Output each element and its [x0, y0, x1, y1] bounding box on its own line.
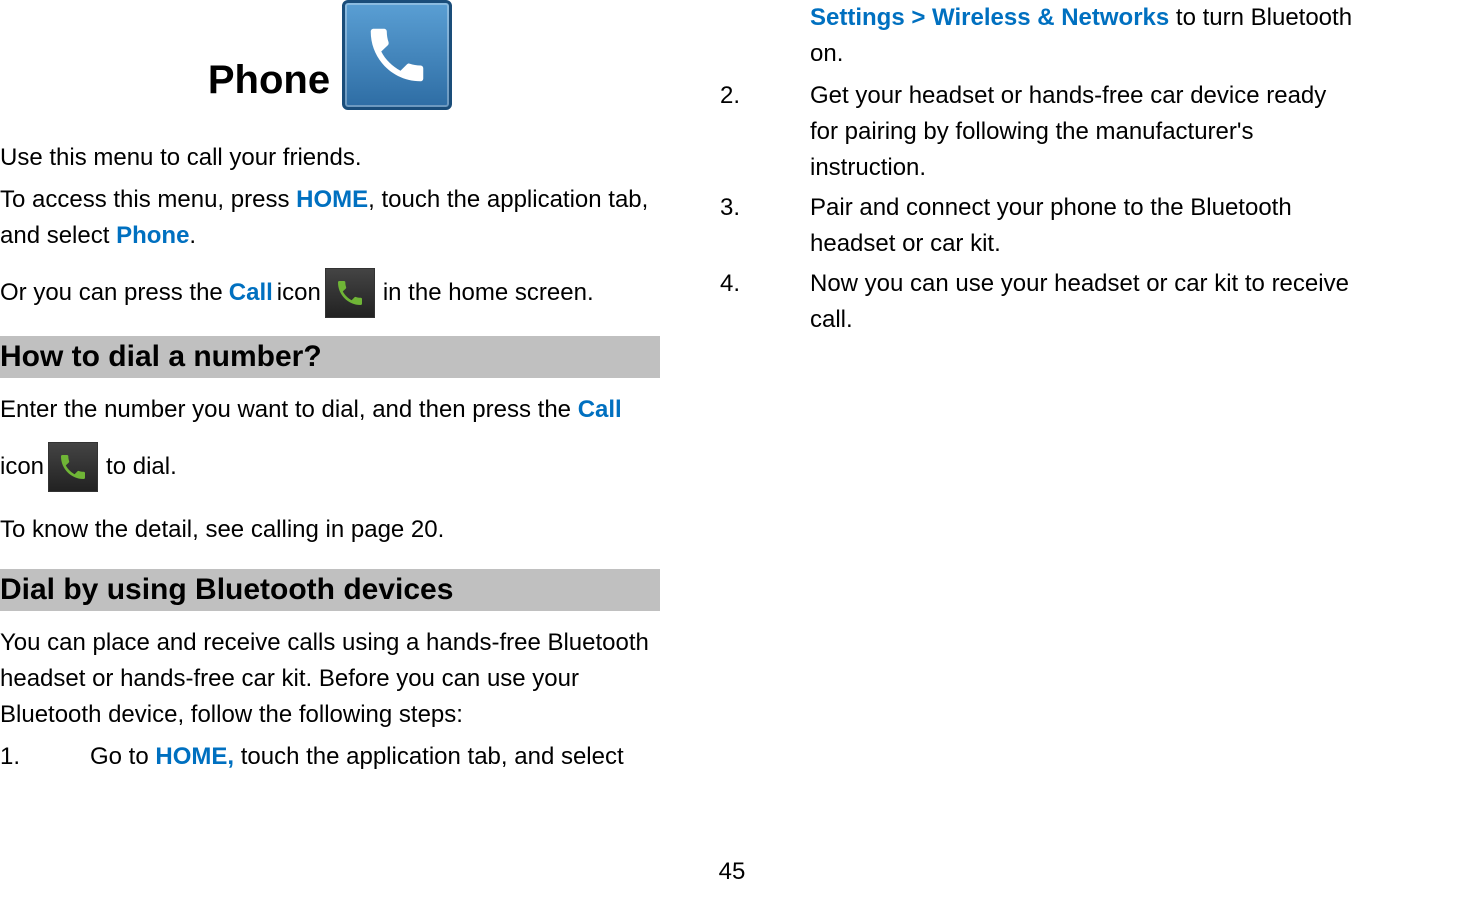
title-row: Phone — [0, 0, 660, 110]
page-number: 45 — [719, 858, 746, 886]
text-fragment: To access this menu, press — [0, 186, 296, 213]
list-item-4: 4. Now you can use your headset or car k… — [720, 266, 1360, 338]
list-item-1-cont: Settings > Wireless & Networks to turn B… — [810, 0, 1360, 72]
text-fragment: touch the application tab, and select — [234, 743, 624, 770]
call-small-icon — [325, 268, 375, 318]
section-header-bluetooth: Dial by using Bluetooth devices — [0, 569, 660, 611]
text-fragment: icon — [0, 447, 44, 488]
home-link: HOME — [296, 186, 368, 213]
page-container: Phone Use this menu to call your friends… — [0, 0, 1464, 900]
text-fragment: Go to — [90, 743, 155, 770]
phone-app-icon — [342, 0, 452, 110]
text-fragment: to dial. — [106, 447, 177, 488]
text-fragment: icon — [277, 273, 321, 314]
list-item-3: 3. Pair and connect your phone to the Bl… — [720, 190, 1360, 262]
right-column: Settings > Wireless & Networks to turn B… — [680, 0, 1380, 900]
text-fragment: in the home screen. — [383, 273, 594, 314]
settings-link: Settings > Wireless & Networks — [810, 4, 1169, 31]
left-column: Phone Use this menu to call your friends… — [0, 0, 680, 900]
list-number: 4. — [720, 266, 810, 338]
phone-link: Phone — [116, 222, 189, 249]
call-link-2: Call — [578, 396, 622, 423]
list-item-1: 1. Go to HOME, touch the application tab… — [0, 739, 660, 775]
text-fragment: Enter the number you want to dial, and t… — [0, 396, 578, 423]
phone-icon — [334, 277, 366, 309]
call-link: Call — [229, 273, 273, 314]
text-fragment: . — [189, 222, 196, 249]
call-icon-line: Or you can press the Call icon in the ho… — [0, 268, 660, 318]
intro-text-1: Use this menu to call your friends. — [0, 140, 660, 176]
call-small-icon-2 — [48, 442, 98, 492]
intro-text-2: To access this menu, press HOME, touch t… — [0, 182, 660, 254]
list-number: 1. — [0, 739, 90, 775]
page-title: Phone — [208, 60, 330, 110]
text-fragment: Or you can press the — [0, 273, 223, 314]
phone-icon — [362, 20, 432, 90]
dial-text-1: Enter the number you want to dial, and t… — [0, 392, 660, 428]
detail-ref: To know the detail, see calling in page … — [0, 510, 660, 551]
list-content: Get your headset or hands-free car devic… — [810, 78, 1360, 186]
home-link-2: HOME, — [155, 743, 234, 770]
list-content: Go to HOME, touch the application tab, a… — [90, 739, 660, 775]
section-header-dial: How to dial a number? — [0, 336, 660, 378]
phone-icon — [57, 451, 89, 483]
list-number: 2. — [720, 78, 810, 186]
list-content: Now you can use your headset or car kit … — [810, 266, 1360, 338]
list-number: 3. — [720, 190, 810, 262]
list-item-2: 2. Get your headset or hands-free car de… — [720, 78, 1360, 186]
bluetooth-intro: You can place and receive calls using a … — [0, 625, 660, 733]
list-content: Pair and connect your phone to the Bluet… — [810, 190, 1360, 262]
dial-icon-line: icon to dial. — [0, 442, 660, 492]
